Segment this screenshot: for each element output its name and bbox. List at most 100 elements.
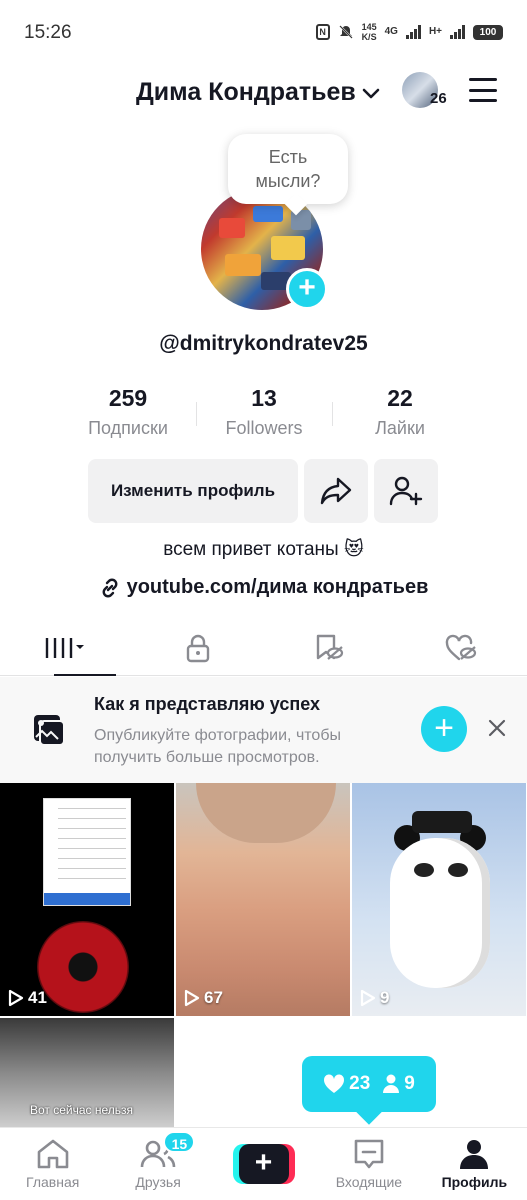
promo-title: Как я представляю успех — [94, 694, 321, 714]
battery-icon: 100 — [473, 24, 503, 40]
add-friends-button[interactable] — [374, 459, 438, 523]
tab-favorites[interactable] — [264, 620, 396, 675]
nav-profile-label: Профиль — [441, 1174, 508, 1190]
signal-icon-1 — [405, 25, 421, 39]
panda-glasses — [448, 863, 468, 877]
person-icon — [383, 1074, 400, 1093]
account-switcher[interactable]: Дима Кондратьев — [136, 78, 380, 107]
followers-count: 9 — [404, 1073, 415, 1094]
heart-icon — [324, 1074, 345, 1093]
view-count: 41 — [8, 988, 47, 1008]
video-caption: Вот сейчас нельзя — [30, 1103, 134, 1117]
status-time: 15:26 — [24, 22, 72, 43]
play-icon — [184, 989, 200, 1007]
likes-count: 23 — [349, 1073, 371, 1094]
bottom-nav: Главная Друзья 15 + Входящие Профиль — [0, 1127, 527, 1200]
speed-unit: K/S — [361, 32, 377, 42]
link-icon — [102, 578, 118, 597]
inbox-icon — [354, 1139, 384, 1169]
nav-home-label: Главная — [26, 1174, 80, 1190]
account-name: Дима Кондратьев — [136, 78, 356, 106]
nav-profile[interactable]: Профиль — [422, 1128, 527, 1200]
network-speed: 145 K/S — [362, 22, 377, 42]
likes-notification: 23 — [323, 1073, 370, 1095]
play-icon — [360, 989, 376, 1007]
video-thumbnail — [43, 798, 131, 906]
share-icon — [320, 477, 352, 505]
nav-inbox[interactable]: Входящие — [316, 1128, 421, 1200]
hidden-bookmark-icon — [317, 634, 344, 660]
nav-home[interactable]: Главная — [0, 1128, 105, 1200]
play-icon — [8, 989, 24, 1007]
view-count-value: 9 — [380, 988, 390, 1007]
lock-icon — [186, 634, 209, 662]
share-profile-button[interactable] — [304, 459, 368, 523]
photo-icon — [34, 715, 65, 746]
video-tile[interactable]: 9 — [352, 783, 526, 1016]
menu-icon[interactable] — [469, 78, 497, 102]
stat-value: 22 — [387, 385, 413, 411]
profile-bio: всем привет котаны 😻 — [163, 539, 364, 560]
view-count-value: 41 — [28, 988, 47, 1007]
stat-likes[interactable]: 22 Лайки — [332, 384, 468, 444]
network-type-2: H+ — [428, 26, 442, 37]
promo-text: Опубликуйте фотографии, чтобы получить б… — [94, 727, 341, 766]
stat-label: Лайки — [375, 418, 425, 438]
home-icon — [37, 1139, 69, 1169]
stat-following[interactable]: 259 Подписки — [60, 384, 196, 444]
profile-link[interactable]: youtube.com/дима кондратьев — [0, 576, 527, 599]
profile-header: Дима Кондратьев 26 — [0, 70, 527, 114]
photo-promo-card: Как я представляю успех Опубликуйте фото… — [0, 677, 527, 783]
nav-create[interactable]: + — [211, 1128, 316, 1200]
network-type-1: 4G — [384, 26, 398, 37]
promo-add-button[interactable]: + — [421, 706, 467, 752]
tab-videos[interactable] — [0, 620, 132, 676]
plus-icon: + — [238, 1144, 289, 1184]
create-button[interactable]: + — [232, 1144, 295, 1184]
followers-notification: 9 — [382, 1073, 415, 1095]
nav-inbox-label: Входящие — [335, 1174, 403, 1190]
view-count: 9 — [360, 988, 389, 1008]
tab-liked[interactable] — [395, 620, 527, 675]
add-user-icon — [389, 476, 423, 506]
story-count: 26 — [430, 90, 447, 107]
video-thumbnail — [196, 783, 336, 843]
video-tile[interactable]: Вот сейчас нельзя — [0, 1018, 174, 1128]
nav-friends-label: Друзья — [135, 1174, 181, 1190]
profile-icon — [460, 1140, 489, 1169]
status-bar: 15:26 N 145 K/S 4G H+ 100 — [0, 0, 527, 64]
signal-icon-2 — [450, 25, 465, 39]
activity-notification[interactable]: 23 9 — [302, 1056, 436, 1112]
add-avatar-button[interactable]: + — [286, 268, 328, 310]
view-count-value: 67 — [204, 988, 223, 1007]
thoughts-bubble[interactable]: Есть мысли? — [228, 134, 348, 204]
tab-private[interactable] — [132, 620, 264, 675]
profile-tabs — [0, 620, 527, 676]
edit-profile-button[interactable]: Изменить профиль — [88, 459, 298, 523]
stat-label: Followers — [225, 418, 303, 438]
thoughts-line-1: Есть — [268, 147, 308, 167]
chevron-down-icon — [362, 88, 380, 99]
profile-link-text: youtube.com/дима кондратьев — [126, 576, 429, 598]
profile-stats: 259 Подписки 13 Followers 22 Лайки — [60, 384, 468, 444]
panda-glasses — [414, 863, 434, 877]
mute-bell-icon — [338, 25, 353, 39]
video-thumbnail — [390, 838, 490, 988]
view-count: 67 — [184, 988, 223, 1008]
stat-label: Подписки — [88, 418, 168, 438]
nav-friends[interactable]: Друзья 15 — [105, 1128, 210, 1200]
ipod-wheel-image — [37, 921, 129, 1013]
video-tile[interactable]: 41 — [0, 783, 174, 1016]
panda-hat — [412, 811, 472, 833]
stat-value: 259 — [108, 385, 148, 411]
speed-value: 145 — [361, 22, 377, 32]
hidden-heart-icon — [445, 634, 477, 660]
friends-badge: 15 — [163, 1131, 196, 1153]
status-icons: N 145 K/S 4G H+ 100 — [315, 22, 503, 42]
grid-sort-icon — [45, 637, 84, 658]
video-tile[interactable]: 67 — [176, 783, 350, 1016]
nfc-icon: N — [315, 24, 330, 40]
username: @dmitrykondratev25 — [159, 332, 368, 355]
stat-followers[interactable]: 13 Followers — [196, 384, 332, 444]
close-icon[interactable] — [486, 717, 508, 739]
